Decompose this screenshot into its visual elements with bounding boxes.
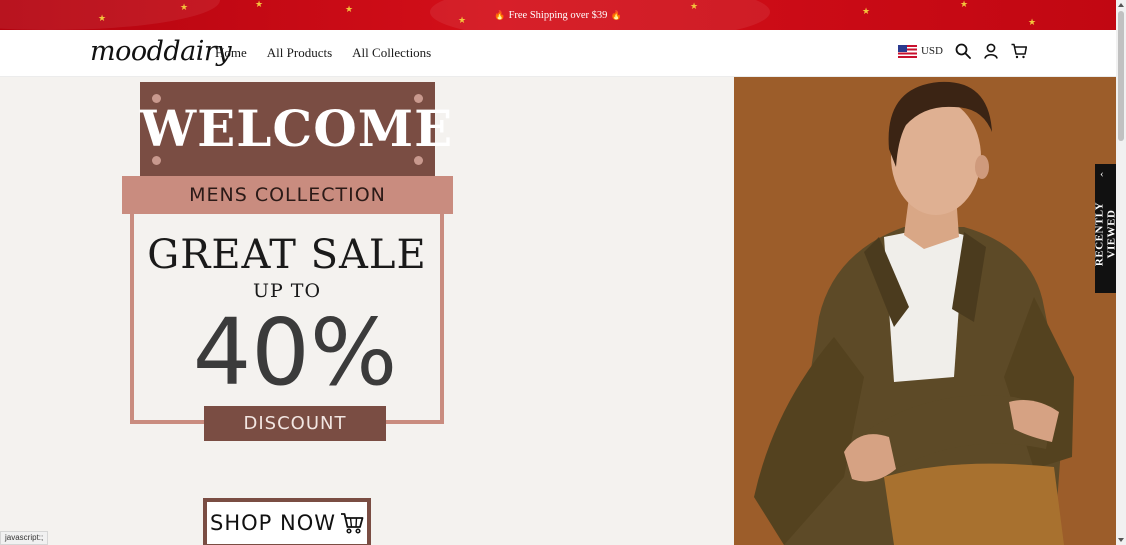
shop-now-label: SHOP NOW bbox=[210, 511, 336, 535]
account-icon[interactable] bbox=[983, 43, 999, 59]
currency-selector[interactable]: USD bbox=[897, 44, 943, 58]
cart-icon[interactable] bbox=[1011, 43, 1027, 59]
recently-viewed-label: RECENTLY VIEWED bbox=[1093, 201, 1118, 267]
announcement-text: Free Shipping over $39 bbox=[508, 9, 608, 21]
discount-label: DISCOUNT bbox=[204, 406, 386, 441]
chevron-left-icon: ‹ bbox=[1100, 168, 1104, 180]
fire-icon: 🔥 bbox=[494, 9, 506, 20]
main-nav: Home All Products All Collections bbox=[215, 45, 431, 61]
collection-ribbon: MENS COLLECTION bbox=[122, 176, 453, 214]
nav-all-products[interactable]: All Products bbox=[267, 45, 332, 61]
fire-icon: 🔥 bbox=[610, 9, 622, 20]
welcome-heading: WELCOME bbox=[140, 99, 454, 158]
header-tools: USD bbox=[897, 43, 1027, 59]
currency-label: USD bbox=[920, 45, 943, 57]
model-illustration bbox=[754, 81, 1074, 545]
hero-banner: WELCOME MENS COLLECTION GREAT SALE UP TO… bbox=[0, 77, 1116, 545]
search-icon[interactable] bbox=[955, 43, 971, 59]
scrollbar-thumb[interactable] bbox=[1118, 11, 1124, 141]
browser-status-bar: javascript:; bbox=[0, 531, 49, 545]
discount-percent: 40% bbox=[192, 299, 398, 406]
nav-all-collections[interactable]: All Collections bbox=[352, 45, 431, 61]
announcement-bar: ★ ★ ★ ★ ★ ★ ★ ★ ★ 🔥 Free Shipping over $… bbox=[0, 0, 1116, 30]
shop-now-button[interactable]: SHOP NOW bbox=[203, 498, 371, 545]
page-scrollbar[interactable] bbox=[1116, 0, 1126, 545]
cart-icon bbox=[341, 513, 364, 534]
recently-viewed-tab[interactable]: ‹ RECENTLY VIEWED bbox=[1093, 164, 1118, 293]
scroll-down-icon[interactable] bbox=[1118, 538, 1124, 542]
site-header: mooddairy Home All Products All Collecti… bbox=[0, 30, 1116, 77]
us-flag-icon bbox=[897, 44, 917, 58]
site-logo[interactable]: mooddairy bbox=[90, 36, 232, 67]
announcement-message: 🔥 Free Shipping over $39 🔥 bbox=[0, 0, 1116, 30]
model-photo bbox=[734, 77, 1116, 545]
nav-home[interactable]: Home bbox=[215, 45, 247, 61]
sale-headline: GREAT SALE bbox=[147, 232, 427, 278]
welcome-plaque: WELCOME bbox=[140, 82, 454, 178]
scroll-up-icon[interactable] bbox=[1118, 3, 1124, 7]
